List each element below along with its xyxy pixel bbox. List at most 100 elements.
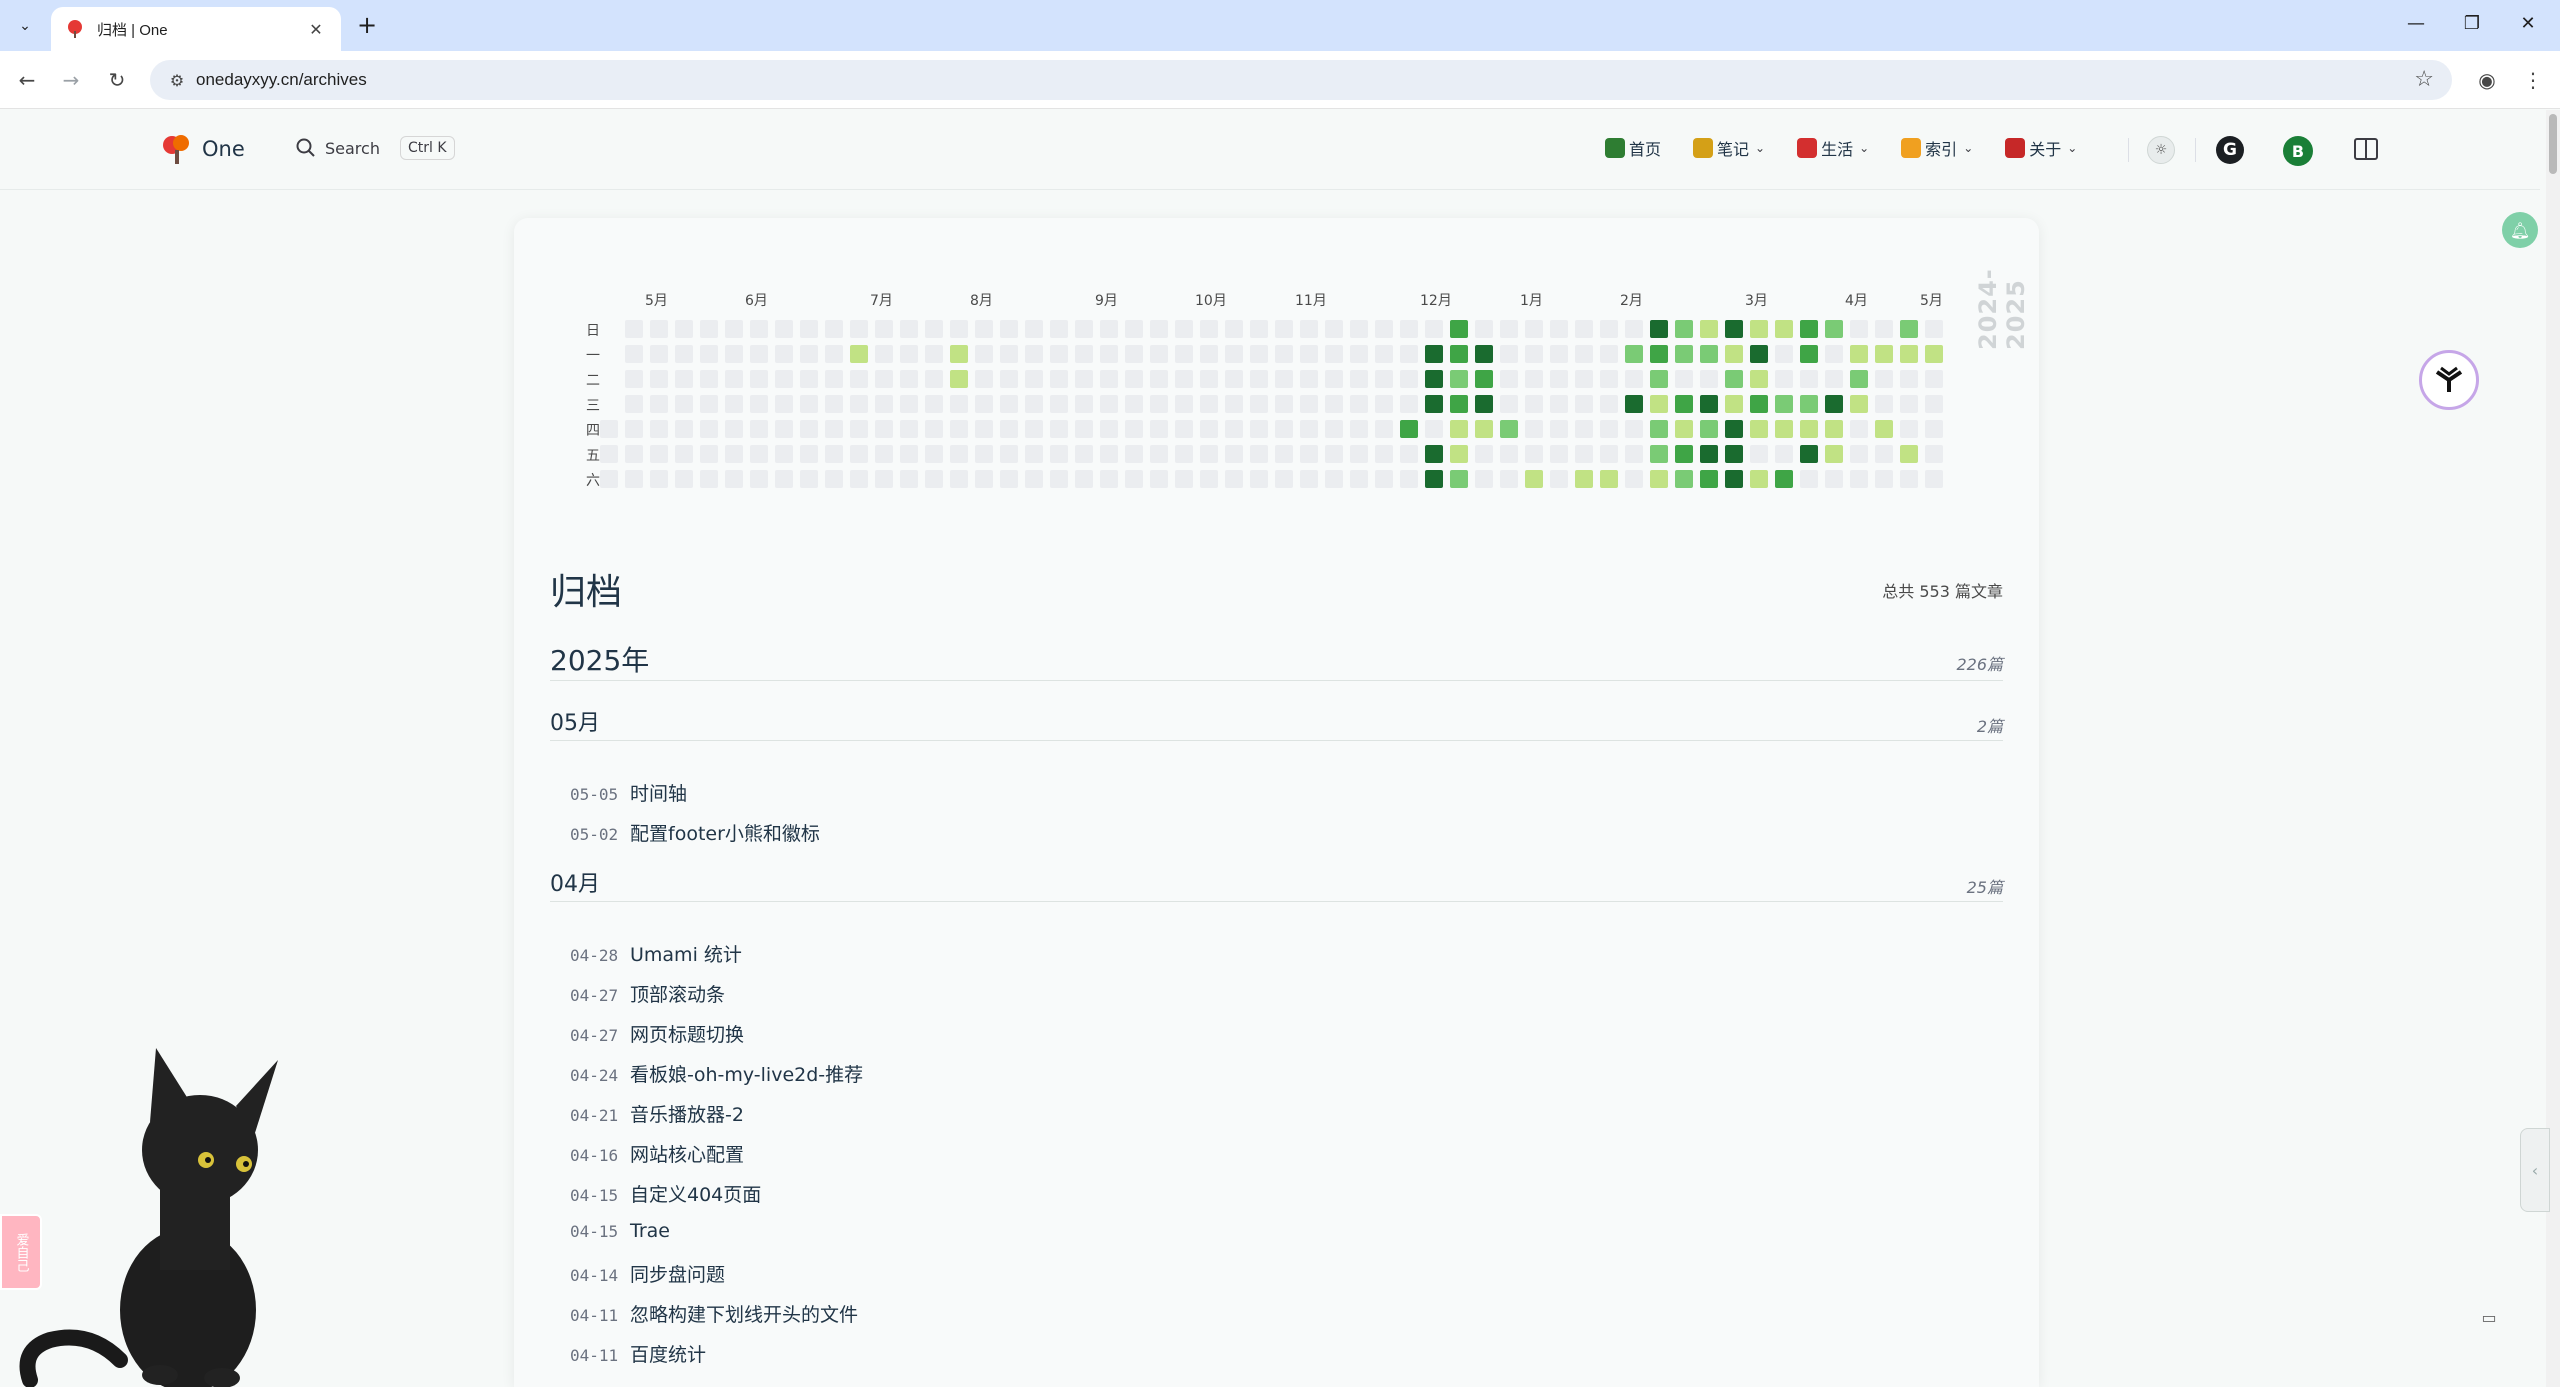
heatmap-cell[interactable]: [1575, 395, 1593, 413]
post-title-link[interactable]: 时间轴: [630, 779, 687, 806]
heatmap-cell[interactable]: [1300, 320, 1318, 338]
heatmap-cell[interactable]: [1875, 370, 1893, 388]
heatmap-cell[interactable]: [1900, 395, 1918, 413]
heatmap-cell[interactable]: [1700, 470, 1718, 488]
heatmap-cell[interactable]: [850, 445, 868, 463]
heatmap-cell[interactable]: [625, 320, 643, 338]
heatmap-cell[interactable]: [1325, 345, 1343, 363]
heatmap-cell[interactable]: [1725, 370, 1743, 388]
site-logo[interactable]: One: [160, 132, 245, 166]
heatmap-cell[interactable]: [1675, 420, 1693, 438]
heatmap-cell[interactable]: [1400, 320, 1418, 338]
heatmap-cell[interactable]: [1050, 420, 1068, 438]
heatmap-cell[interactable]: [1500, 370, 1518, 388]
heatmap-cell[interactable]: [1700, 370, 1718, 388]
heatmap-cell[interactable]: [1450, 420, 1468, 438]
heatmap-cell[interactable]: [1900, 470, 1918, 488]
heatmap-cell[interactable]: [1825, 445, 1843, 463]
heatmap-cell[interactable]: [1575, 370, 1593, 388]
heatmap-cell[interactable]: [1800, 370, 1818, 388]
heatmap-cell[interactable]: [975, 445, 993, 463]
heatmap-cell[interactable]: [1075, 370, 1093, 388]
post-item[interactable]: 04-16 网站核心配置: [570, 1140, 744, 1167]
heatmap-cell[interactable]: [975, 470, 993, 488]
heatmap-cell[interactable]: [1700, 345, 1718, 363]
heatmap-cell[interactable]: [1875, 345, 1893, 363]
heatmap-cell[interactable]: [1325, 320, 1343, 338]
heatmap-cell[interactable]: [800, 370, 818, 388]
heatmap-cell[interactable]: [650, 345, 668, 363]
heatmap-cell[interactable]: [1125, 420, 1143, 438]
heatmap-cell[interactable]: [1875, 395, 1893, 413]
heatmap-cell[interactable]: [1050, 320, 1068, 338]
heatmap-cell[interactable]: [1125, 345, 1143, 363]
heatmap-cell[interactable]: [750, 420, 768, 438]
heatmap-cell[interactable]: [1725, 420, 1743, 438]
heatmap-cell[interactable]: [1400, 395, 1418, 413]
heatmap-cell[interactable]: [1200, 395, 1218, 413]
heatmap-cell[interactable]: [1025, 370, 1043, 388]
heatmap-cell[interactable]: [1550, 395, 1568, 413]
heatmap-cell[interactable]: [1025, 320, 1043, 338]
post-title-link[interactable]: 看板娘-oh-my-live2d-推荐: [630, 1060, 863, 1087]
heatmap-cell[interactable]: [1925, 345, 1943, 363]
heatmap-cell[interactable]: [625, 345, 643, 363]
heatmap-cell[interactable]: [800, 395, 818, 413]
search-button[interactable]: Search Ctrl K: [295, 136, 455, 160]
heatmap-cell[interactable]: [675, 370, 693, 388]
heatmap-cell[interactable]: [950, 345, 968, 363]
forward-arrow-icon[interactable]: →: [56, 65, 86, 95]
heatmap-cell[interactable]: [1600, 370, 1618, 388]
heatmap-cell[interactable]: [1900, 445, 1918, 463]
heatmap-cell[interactable]: [650, 320, 668, 338]
heatmap-cell[interactable]: [1575, 345, 1593, 363]
heatmap-cell[interactable]: [1425, 395, 1443, 413]
heatmap-cell[interactable]: [850, 370, 868, 388]
tab-search-chevron-icon[interactable]: ⌄: [10, 12, 40, 40]
live2d-black-cat[interactable]: [10, 1040, 290, 1387]
heatmap-cell[interactable]: [1025, 345, 1043, 363]
heatmap-cell[interactable]: [1250, 470, 1268, 488]
heatmap-cell[interactable]: [1400, 420, 1418, 438]
heatmap-cell[interactable]: [625, 370, 643, 388]
nav-item-about[interactable]: 关于 ⌄: [2005, 136, 2077, 160]
heatmap-cell[interactable]: [700, 420, 718, 438]
heatmap-cell[interactable]: [1225, 445, 1243, 463]
post-item[interactable]: 04-27 顶部滚动条: [570, 980, 725, 1007]
heatmap-cell[interactable]: [875, 370, 893, 388]
heatmap-cell[interactable]: [800, 470, 818, 488]
heatmap-cell[interactable]: [875, 420, 893, 438]
heatmap-cell[interactable]: [950, 420, 968, 438]
heatmap-cell[interactable]: [1600, 395, 1618, 413]
url-text[interactable]: onedayxyy.cn/archives: [196, 70, 2452, 90]
heatmap-cell[interactable]: [1175, 395, 1193, 413]
minimize-icon[interactable]: —: [2393, 8, 2439, 40]
heatmap-cell[interactable]: [1175, 470, 1193, 488]
heatmap-cell[interactable]: [700, 470, 718, 488]
heatmap-cell[interactable]: [1125, 370, 1143, 388]
heatmap-cell[interactable]: [1075, 395, 1093, 413]
heatmap-cell[interactable]: [1425, 470, 1443, 488]
heatmap-cell[interactable]: [1275, 470, 1293, 488]
heatmap-cell[interactable]: [1075, 470, 1093, 488]
comment-icon[interactable]: ▭: [2474, 1302, 2504, 1332]
heatmap-cell[interactable]: [975, 320, 993, 338]
heatmap-cell[interactable]: [1875, 445, 1893, 463]
heatmap-cell[interactable]: [1275, 395, 1293, 413]
heatmap-cell[interactable]: [1100, 370, 1118, 388]
new-tab-button[interactable]: +: [352, 11, 382, 41]
heatmap-cell[interactable]: [1275, 420, 1293, 438]
heatmap-cell[interactable]: [1250, 395, 1268, 413]
heatmap-cell[interactable]: [1750, 470, 1768, 488]
address-bar[interactable]: ⚙ onedayxyy.cn/archives ☆: [150, 60, 2452, 100]
heatmap-cell[interactable]: [1775, 470, 1793, 488]
heatmap-cell[interactable]: [1175, 420, 1193, 438]
heatmap-cell[interactable]: [875, 445, 893, 463]
heatmap-cell[interactable]: [1275, 445, 1293, 463]
heatmap-cell[interactable]: [1850, 320, 1868, 338]
heatmap-cell[interactable]: [800, 320, 818, 338]
heatmap-cell[interactable]: [1700, 445, 1718, 463]
heatmap-cell[interactable]: [1350, 420, 1368, 438]
heatmap-cell[interactable]: [1475, 445, 1493, 463]
nav-item-home[interactable]: 首页: [1605, 136, 1661, 160]
